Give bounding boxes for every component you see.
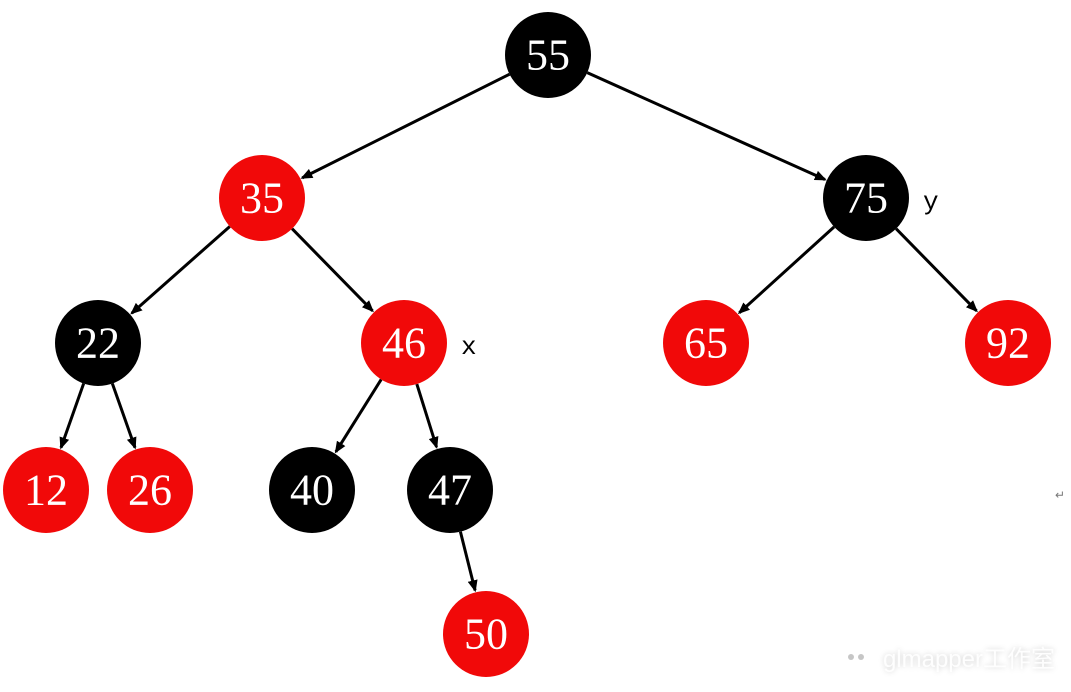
tree-node: 46 x (361, 300, 477, 386)
tree-node: 47 (407, 447, 493, 533)
node-value: 26 (128, 466, 172, 515)
tree-diagram: 55 35 75 y 22 46 x 65 92 12 26 40 47 50 (0, 0, 1071, 692)
node-value: 22 (76, 319, 120, 368)
edge (292, 229, 372, 311)
tree-node: 12 (3, 447, 89, 533)
tree-node: 50 (443, 591, 529, 677)
tree-node: 22 (55, 300, 141, 386)
node-value: 65 (684, 319, 728, 368)
tree-node: 92 (965, 300, 1051, 386)
edge (739, 227, 834, 313)
tree-node: 35 (219, 155, 305, 241)
node-value: 46 (382, 319, 426, 368)
edge (336, 379, 381, 451)
node-annotation: x (461, 332, 477, 362)
node-value: 35 (240, 174, 284, 223)
edge (460, 532, 475, 591)
edge (112, 384, 135, 448)
node-annotation: y (923, 187, 939, 217)
tree-node: 40 (269, 447, 355, 533)
nodes-layer: 55 35 75 y 22 46 x 65 92 12 26 40 47 50 (3, 12, 1051, 677)
node-value: 12 (24, 466, 68, 515)
tree-node: 26 (107, 447, 193, 533)
tree-node: 75 y (823, 155, 939, 241)
edge (302, 74, 509, 178)
node-value: 50 (464, 610, 508, 659)
edge (417, 384, 437, 447)
node-value: 55 (526, 31, 570, 80)
tree-node: 65 (663, 300, 749, 386)
edge (587, 73, 825, 180)
edge (61, 384, 84, 448)
node-value: 40 (290, 466, 334, 515)
return-mark: ↵ (1055, 488, 1065, 502)
node-value: 92 (986, 319, 1030, 368)
node-value: 75 (844, 174, 888, 223)
edges-layer (61, 73, 977, 591)
edge (132, 226, 230, 313)
tree-node: 55 (505, 12, 591, 98)
edge (896, 229, 976, 311)
node-value: 47 (428, 466, 472, 515)
